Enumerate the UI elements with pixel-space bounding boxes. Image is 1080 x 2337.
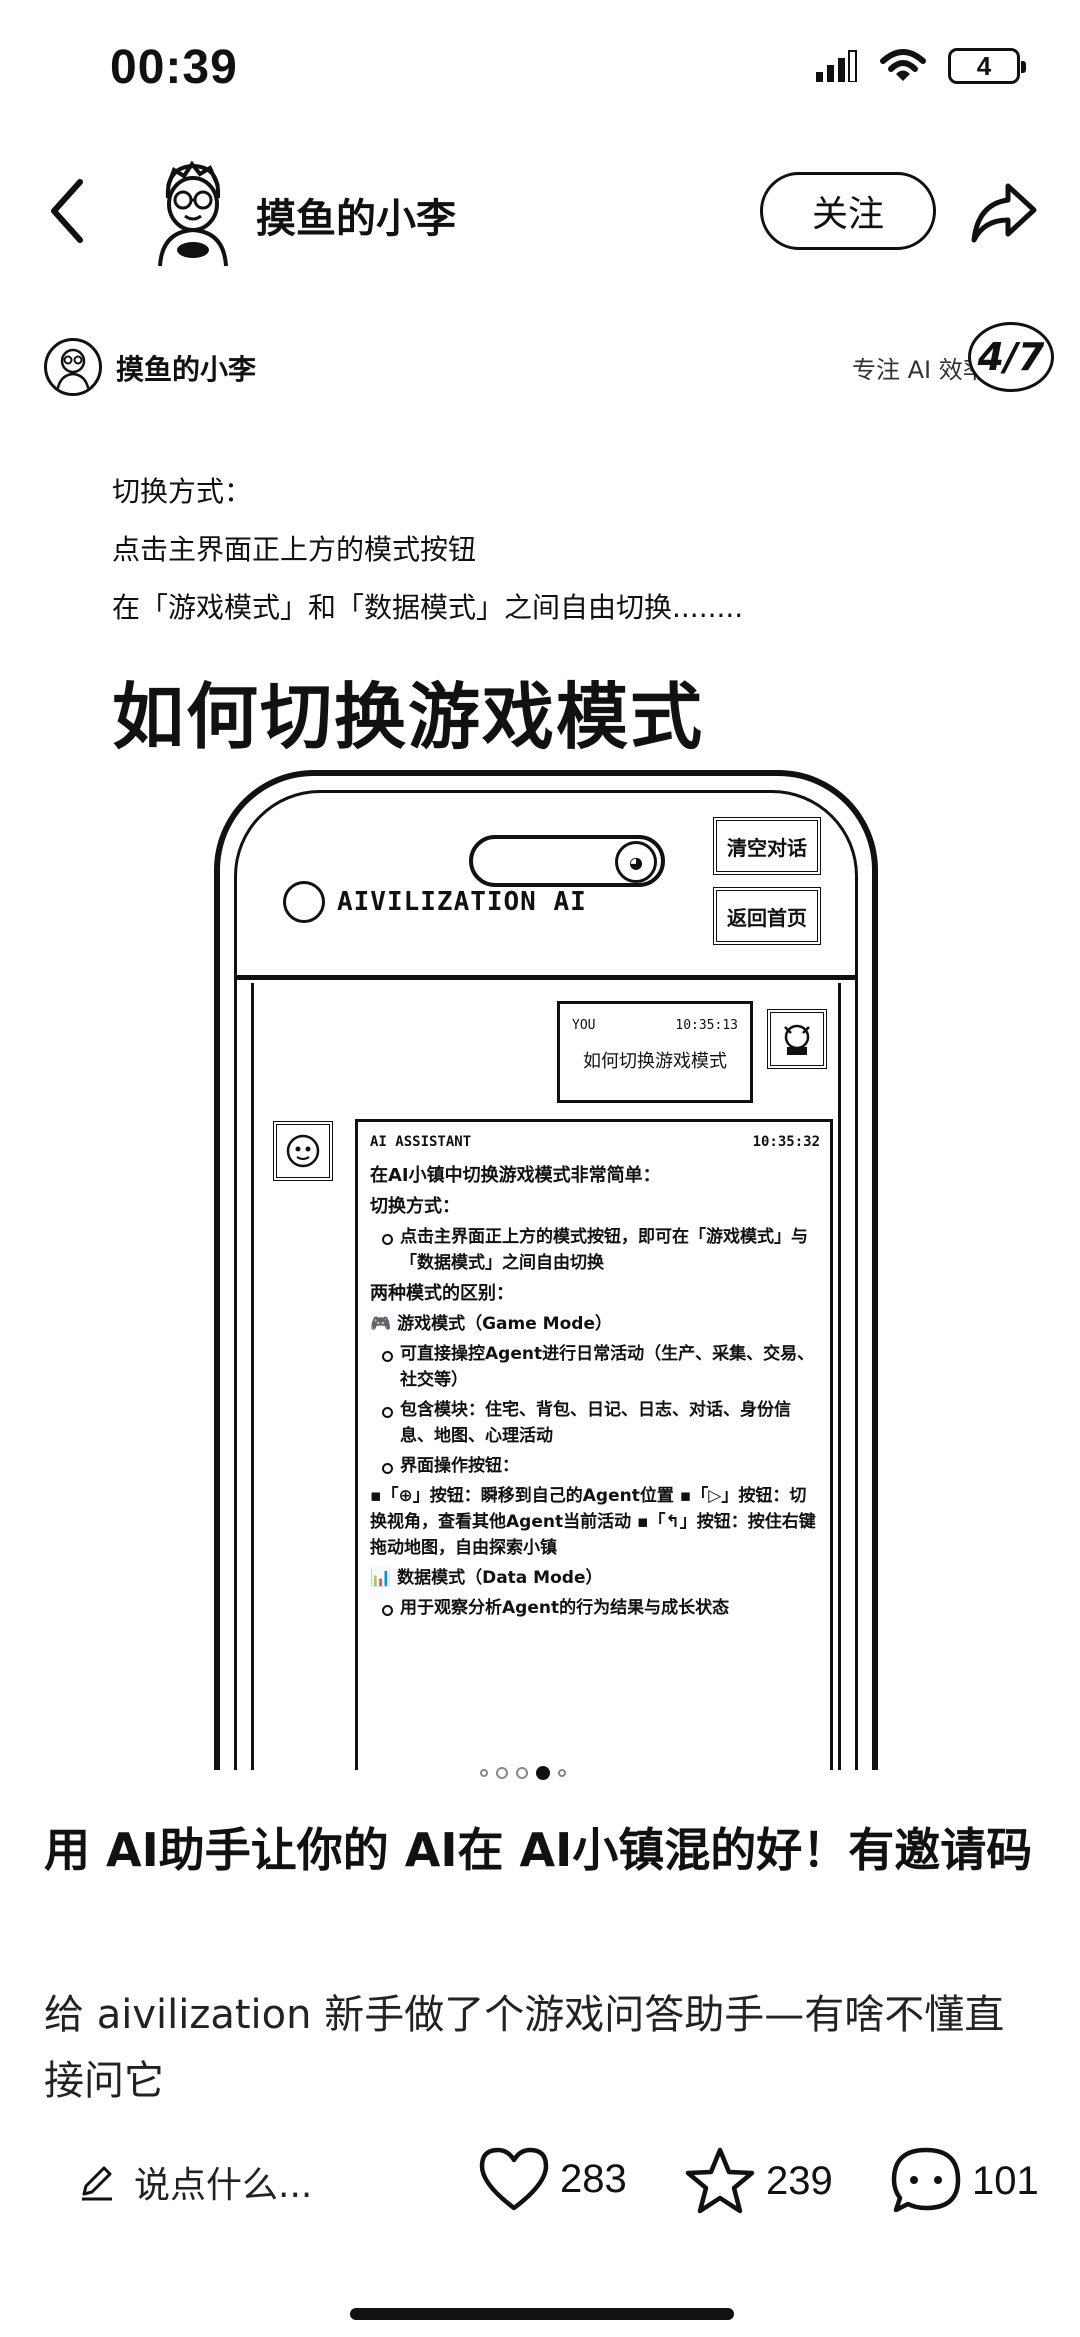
bot-avatar-icon [273, 1121, 333, 1181]
like-button[interactable]: 283 [478, 2146, 627, 2212]
pencil-icon [82, 2166, 112, 2201]
carousel-dot [558, 1769, 566, 1777]
follow-button[interactable]: 关注 [760, 172, 936, 250]
battery-icon: 4 [948, 48, 1026, 84]
assistant-section: 📊 数据模式（Data Mode） [370, 1568, 603, 1588]
comment-placeholder: 说点什么... [134, 2165, 313, 2206]
like-count: 283 [560, 2156, 627, 2201]
assistant-section: 🎮 游戏模式（Game Mode） [370, 1314, 612, 1334]
star-icon [685, 2147, 755, 2214]
assistant-line: 在AI小镇中切换游戏模式非常简单： [370, 1165, 661, 1186]
favorite-count: 239 [766, 2158, 833, 2203]
author-avatar[interactable] [140, 158, 246, 268]
post-body: 给 aivilization 新手做了个游戏问答助手—有啥不懂直接问它 [44, 1992, 1005, 2104]
comment-count: 101 [972, 2158, 1039, 2203]
clear-chat-button: 清空对话 [713, 817, 821, 875]
carousel-dot [480, 1769, 488, 1777]
comment-input[interactable]: 说点什么... [76, 2156, 312, 2208]
status-time: 00:39 [110, 41, 238, 94]
description-line: 在「游戏模式」和「数据模式」之间自由切换........ [112, 591, 744, 624]
app-logo-icon [283, 881, 325, 923]
post-author-name: 摸鱼的小李 [116, 353, 257, 386]
assistant-line: 切换方式： [370, 1196, 460, 1217]
share-icon[interactable] [968, 180, 1038, 244]
assistant-message-bubble: AI ASSISTANT 10:35:32 在AI小镇中切换游戏模式非常简单： … [355, 1119, 833, 1770]
home-indicator[interactable] [350, 2308, 734, 2320]
favorite-button[interactable]: 239 [684, 2146, 833, 2216]
avatar-face-icon [55, 348, 91, 393]
user-message-sender: YOU [572, 1018, 596, 1033]
app-title: AIVILIZATION AI [337, 887, 587, 917]
assistant-line: 两种模式的区别： [370, 1283, 514, 1304]
user-message-text: 如何切换游戏模式 [583, 1051, 727, 1072]
user-message-bubble: YOU 10:35:13 如何切换游戏模式 [557, 1001, 753, 1103]
assistant-bullet: 用于观察分析Agent的行为结果与成长状态 [370, 1595, 820, 1621]
heart-icon [479, 2147, 549, 2211]
user-avatar-icon [767, 1009, 827, 1069]
assistant-time: 10:35:32 [752, 1134, 820, 1150]
status-icons: 4 [814, 48, 1026, 84]
assistant-bullet: 可直接操控Agent进行日常活动（生产、采集、交易、社交等） [370, 1341, 820, 1393]
phone-screen: ◕ AIVILIZATION AI 清空对话 返回首页 YOU 10:35:13… [234, 790, 858, 1770]
comment-bubble-icon [891, 2147, 961, 2213]
carousel-dot [496, 1767, 508, 1779]
battery-level: 4 [976, 50, 992, 81]
camera-icon: ◕ [615, 841, 657, 883]
page-indicator-badge: 4/7 [968, 322, 1054, 392]
author-slogan: 专注 AI 效率 [852, 356, 987, 384]
carousel-dots [480, 1766, 566, 1780]
author-name[interactable]: 摸鱼的小李 [256, 186, 456, 244]
assistant-sender: AI ASSISTANT [370, 1134, 472, 1150]
back-icon[interactable] [42, 176, 92, 246]
post-author-avatar [44, 338, 102, 396]
assistant-section: ▪「⊕」按钮：瞬移到自己的Agent位置 ▪「▷」按钮：切换视角，查看其他Age… [370, 1486, 816, 1558]
description-line: 点击主界面正上方的模式按钮 [112, 533, 477, 566]
header-divider [237, 975, 855, 980]
signal-icon [816, 50, 857, 82]
wifi-icon [880, 49, 926, 81]
carousel-dot [516, 1767, 528, 1779]
post-title: 用 AI助手让你的 AI在 AI小镇混的好！有邀请码 [44, 1823, 1033, 1877]
assistant-bullet: 点击主界面正上方的模式按钮，即可在「游戏模式」与「数据模式」之间自由切换 [370, 1224, 820, 1276]
image-heading: 如何切换游戏模式 [112, 675, 705, 759]
phone-mockup: ◕ AIVILIZATION AI 清空对话 返回首页 YOU 10:35:13… [214, 770, 878, 1770]
description-line: 切换方式： [112, 475, 253, 508]
back-home-button: 返回首页 [713, 887, 821, 945]
assistant-bullet: 包含模块：住宅、背包、日记、日志、对话、身份信息、地图、心理活动 [370, 1397, 820, 1449]
assistant-bullet: 界面操作按钮： [370, 1453, 820, 1479]
comment-button[interactable]: 101 [890, 2146, 1039, 2216]
carousel-dot-active [536, 1766, 550, 1780]
user-message-time: 10:35:13 [675, 1018, 738, 1033]
